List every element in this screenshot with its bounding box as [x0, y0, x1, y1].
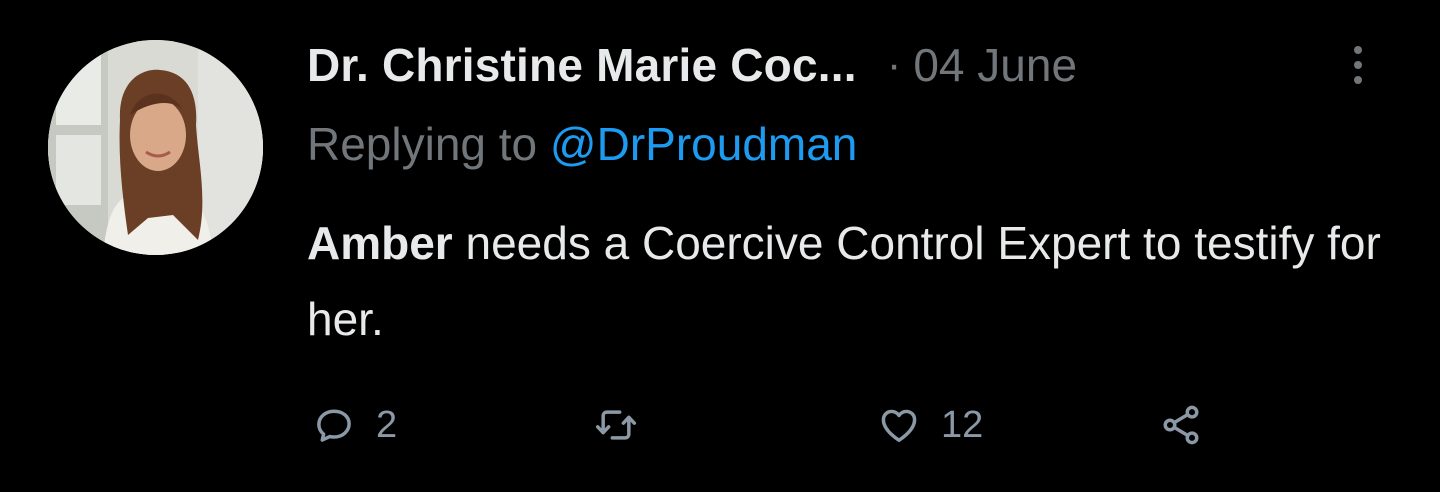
share-icon — [1163, 405, 1199, 445]
author-name[interactable]: Dr. Christine Marie Coc... — [307, 38, 857, 92]
heart-icon — [881, 409, 917, 442]
reply-button[interactable]: 2 — [312, 395, 397, 455]
avatar-photo — [48, 40, 263, 255]
reply-count: 2 — [376, 403, 398, 446]
replying-to-line: Replying to @DrProudman — [307, 117, 857, 171]
like-button[interactable]: 12 — [877, 395, 983, 455]
retweet-icon — [595, 410, 637, 440]
retweet-button[interactable] — [594, 395, 658, 455]
reply-icon — [317, 409, 351, 442]
like-count: 12 — [941, 403, 984, 446]
tweet-text: Amber needs a Coercive Control Expert to… — [307, 205, 1417, 357]
tweet-header: Dr. Christine Marie Coc... · 04 June — [307, 34, 1077, 96]
tweet-date[interactable]: 04 June — [913, 38, 1077, 92]
more-vertical-icon[interactable] — [1340, 40, 1376, 90]
tweet-text-bold: Amber — [307, 217, 453, 269]
share-button[interactable] — [1159, 395, 1203, 455]
replying-handle-link[interactable]: @DrProudman — [550, 118, 857, 170]
action-bar: 2 12 — [0, 395, 1440, 455]
separator-dot: · — [886, 40, 902, 89]
tweet-text-rest: needs a Coercive Control Expert to testi… — [307, 217, 1381, 345]
replying-prefix: Replying to — [307, 118, 538, 170]
avatar[interactable] — [48, 40, 263, 255]
